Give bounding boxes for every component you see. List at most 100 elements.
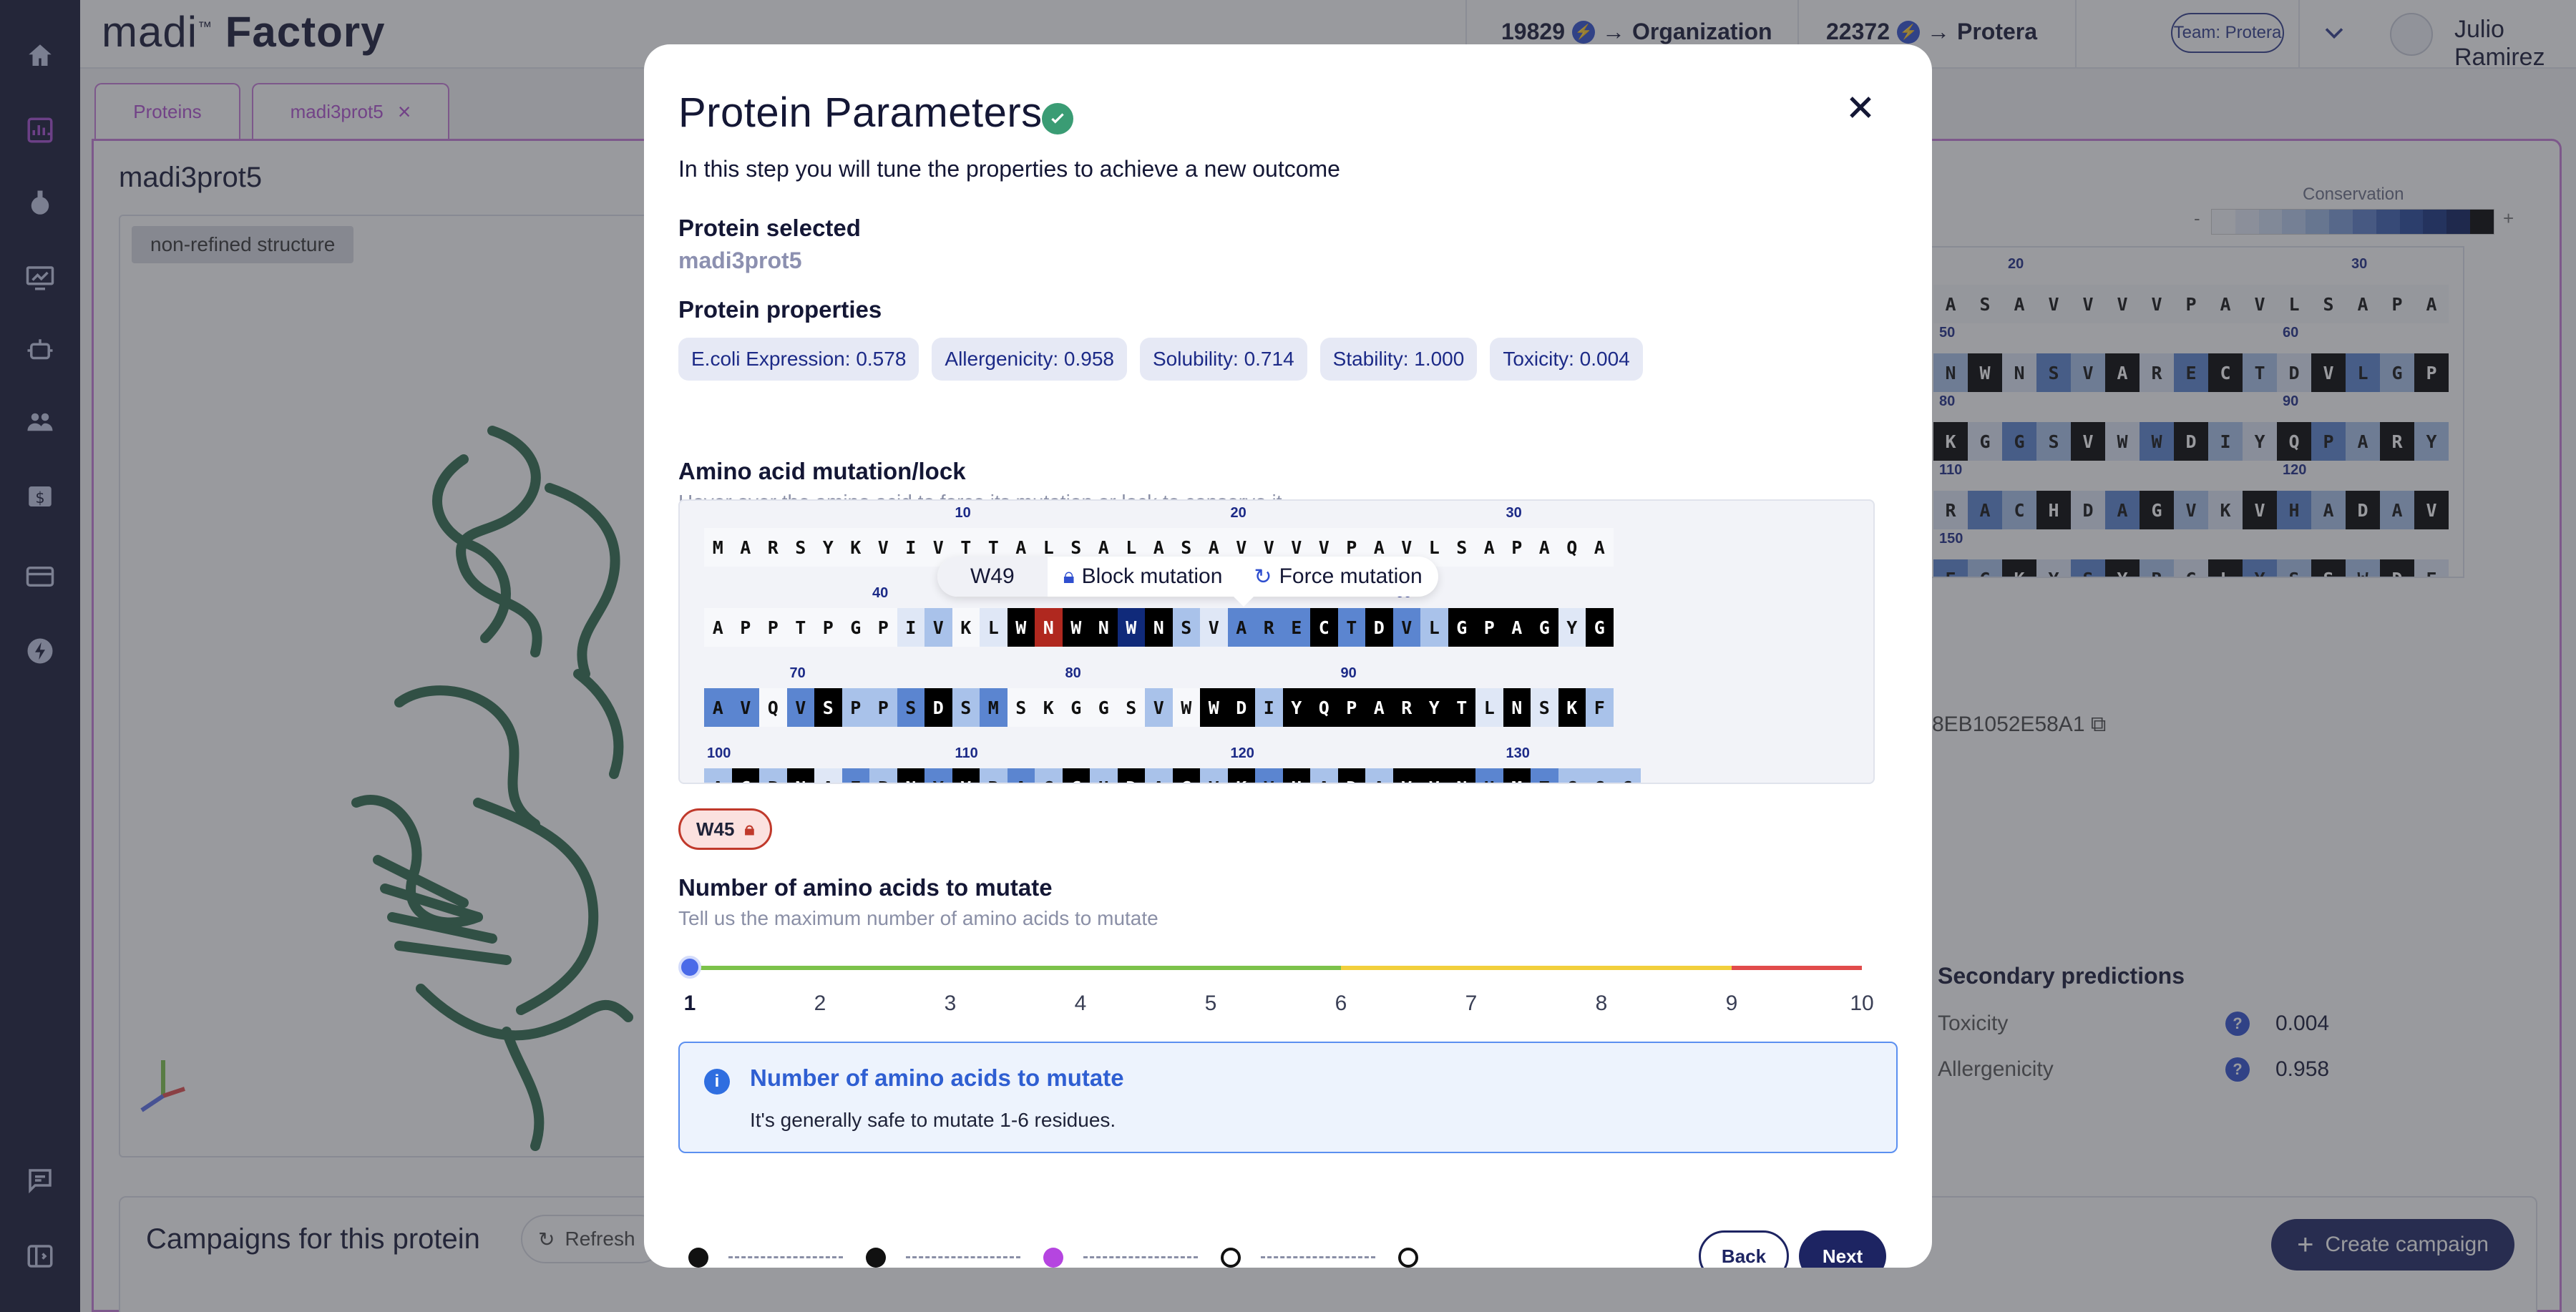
amino-acid[interactable]: C	[731, 768, 759, 783]
amino-acid[interactable]: A	[1310, 768, 1338, 783]
amino-acid[interactable]: V	[1200, 768, 1228, 783]
amino-acid[interactable]: N	[897, 768, 924, 783]
slider-track-segment[interactable]	[1341, 966, 1732, 970]
amino-acid[interactable]: P	[759, 608, 787, 647]
amino-acid[interactable]: A	[731, 528, 759, 567]
amino-acid[interactable]: R	[980, 768, 1008, 783]
amino-acid[interactable]: L	[1420, 608, 1448, 647]
amino-acid[interactable]: I	[1255, 688, 1283, 727]
amino-acid[interactable]: P	[1475, 608, 1503, 647]
amino-acid[interactable]: A	[1503, 608, 1531, 647]
amino-acid[interactable]: M	[1503, 768, 1531, 783]
amino-acid[interactable]: Q	[759, 688, 787, 727]
amino-acid[interactable]: P	[1503, 528, 1531, 567]
slider-tick-label[interactable]: 9	[1717, 992, 1746, 1016]
amino-acid[interactable]: V	[1145, 688, 1173, 727]
amino-acid[interactable]: W	[1007, 608, 1035, 647]
amino-acid[interactable]: P	[1337, 688, 1365, 727]
amino-acid[interactable]: S	[1448, 528, 1475, 567]
amino-acid[interactable]: A	[1007, 768, 1035, 783]
amino-acid[interactable]: V	[952, 768, 980, 783]
amino-acid[interactable]: W	[1172, 688, 1200, 727]
amino-acid[interactable]: I	[897, 528, 924, 567]
amino-acid[interactable]: D	[1365, 608, 1393, 647]
amino-acid[interactable]: T	[1448, 688, 1475, 727]
amino-acid[interactable]: W	[1062, 608, 1090, 647]
amino-acid[interactable]: P	[731, 608, 759, 647]
amino-acid[interactable]: A	[1586, 528, 1614, 567]
amino-acid[interactable]: V	[1255, 768, 1283, 783]
amino-acid[interactable]: G	[1062, 688, 1090, 727]
amino-acid[interactable]: A	[704, 608, 732, 647]
amino-acid[interactable]: N	[1090, 608, 1118, 647]
amino-acid[interactable]: E	[1282, 608, 1310, 647]
amino-acid[interactable]: N	[1448, 768, 1475, 783]
amino-acid[interactable]: P	[869, 768, 897, 783]
amino-acid[interactable]: G	[1090, 688, 1118, 727]
amino-acid[interactable]: T	[786, 608, 814, 647]
next-button[interactable]: Next	[1799, 1230, 1886, 1268]
amino-acid[interactable]: Y	[924, 768, 952, 783]
amino-acid[interactable]: R	[1255, 608, 1283, 647]
slider-tick-label[interactable]: 3	[936, 992, 965, 1016]
amino-acid[interactable]: M	[704, 528, 732, 567]
amino-acid[interactable]: V	[731, 688, 759, 727]
slider-tick-label[interactable]: 2	[806, 992, 834, 1016]
amino-acid[interactable]: A	[1365, 768, 1393, 783]
amino-acid[interactable]: W	[1200, 688, 1228, 727]
amino-acid[interactable]: V	[1392, 608, 1420, 647]
amino-acid[interactable]: Q	[1310, 688, 1338, 727]
amino-acid[interactable]: K	[1035, 688, 1063, 727]
amino-acid[interactable]: S	[952, 688, 980, 727]
amino-acid[interactable]: P	[869, 608, 897, 647]
amino-acid[interactable]: R	[1392, 688, 1420, 727]
amino-acid[interactable]: G	[1558, 768, 1586, 783]
amino-acid[interactable]: Q	[1558, 528, 1586, 567]
amino-acid[interactable]: C	[1613, 768, 1641, 783]
amino-acid[interactable]: S	[1172, 608, 1200, 647]
amino-acid[interactable]: R	[759, 528, 787, 567]
amino-acid[interactable]: S	[1007, 688, 1035, 727]
amino-acid[interactable]: C	[1062, 768, 1090, 783]
amino-acid[interactable]: P	[841, 688, 869, 727]
amino-acid[interactable]: G	[1172, 768, 1200, 783]
amino-acid[interactable]: P	[814, 608, 842, 647]
slider-tick-label[interactable]: 5	[1196, 992, 1225, 1016]
amino-acid[interactable]: K	[1227, 768, 1255, 783]
amino-acid[interactable]: P	[869, 688, 897, 727]
slider-tick-label[interactable]: 7	[1457, 992, 1485, 1016]
amino-acid[interactable]: V	[1392, 768, 1420, 783]
amino-acid[interactable]: N	[1503, 688, 1531, 727]
amino-acid[interactable]: K	[841, 528, 869, 567]
block-mutation-button[interactable]: 🔒︎ Block mutation	[1048, 557, 1239, 597]
amino-acid[interactable]: A	[1475, 528, 1503, 567]
slider-track-segment[interactable]	[690, 966, 1341, 970]
amino-acid[interactable]: H	[1090, 768, 1118, 783]
slider-tick-label[interactable]: 6	[1327, 992, 1355, 1016]
slider-tick-label[interactable]: 10	[1848, 992, 1876, 1016]
amino-acid[interactable]: S	[786, 528, 814, 567]
amino-acid[interactable]: A	[704, 688, 732, 727]
slider-track-segment[interactable]	[1732, 966, 1862, 970]
amino-acid[interactable]: L	[980, 608, 1008, 647]
amino-acid[interactable]: V	[869, 528, 897, 567]
amino-acid[interactable]: L	[1475, 688, 1503, 727]
amino-acid[interactable]: Y	[814, 528, 842, 567]
amino-acid[interactable]: F	[1586, 688, 1614, 727]
amino-acid[interactable]: H	[1475, 768, 1503, 783]
slider-tick-label[interactable]: 4	[1066, 992, 1095, 1016]
amino-acid[interactable]: A	[1145, 768, 1173, 783]
amino-acid[interactable]: D	[1227, 688, 1255, 727]
amino-acid[interactable]: N	[1035, 608, 1063, 647]
amino-acid[interactable]: K	[1558, 688, 1586, 727]
amino-acid[interactable]: T	[1337, 608, 1365, 647]
sequence-editor[interactable]: W49 🔒︎ Block mutation ↻ Force mutation MAR…	[678, 499, 1875, 784]
locked-residue-chip[interactable]: W45 🔒︎	[678, 808, 773, 850]
amino-acid[interactable]: V	[1420, 768, 1448, 783]
amino-acid[interactable]: G	[1448, 608, 1475, 647]
amino-acid[interactable]: C	[1310, 608, 1338, 647]
slider-tick-label[interactable]: 8	[1587, 992, 1616, 1016]
force-mutation-button[interactable]: ↻ Force mutation	[1238, 557, 1438, 597]
amino-acid[interactable]: A	[1365, 688, 1393, 727]
amino-acid[interactable]: E	[841, 768, 869, 783]
